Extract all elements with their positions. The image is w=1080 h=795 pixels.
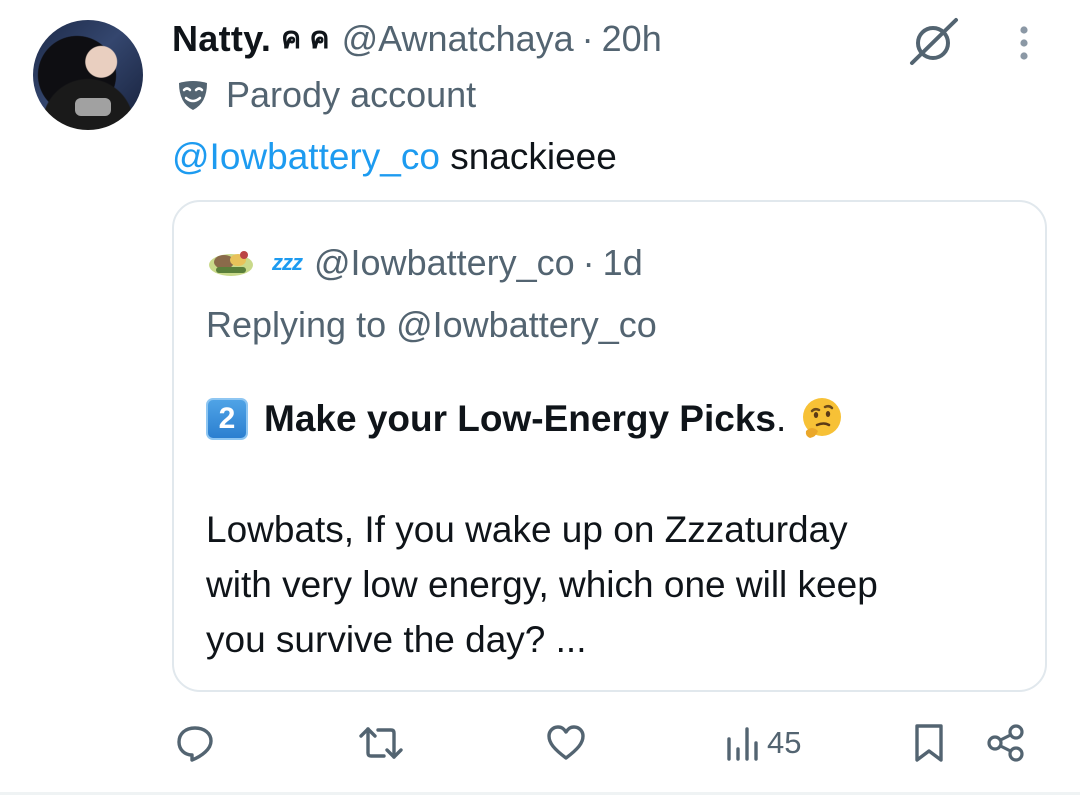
post-text: @Iowbattery_co snackieee [172, 133, 617, 181]
parody-label-text: Parody account [226, 74, 477, 115]
quoted-headline: 2 Make your Low-Energy Picks. [206, 396, 846, 442]
author-avatar[interactable] [33, 20, 143, 130]
quoted-body: Lowbats, If you wake up on Zzzaturday wi… [206, 502, 1026, 667]
like-button[interactable] [545, 718, 587, 768]
headline-period: . [776, 398, 787, 439]
post-timestamp[interactable]: 20h [602, 14, 662, 64]
bookmark-button[interactable] [912, 718, 946, 768]
share-icon [987, 724, 1024, 762]
quoted-body-line: Lowbats, If you wake up on Zzzaturday [206, 509, 848, 550]
grok-icon[interactable] [906, 16, 960, 66]
zzz-sleep-icon: zzz [272, 250, 303, 275]
replying-to-text: Replying to @Iowbattery_co [206, 304, 657, 345]
quoted-body-line: with very low energy, which one will kee… [206, 564, 878, 605]
more-icon[interactable] [1012, 22, 1036, 66]
header-separator: · [581, 18, 594, 59]
parody-mask-icon [179, 81, 207, 110]
post-body: snackieee [439, 136, 617, 177]
repost-button[interactable] [358, 718, 404, 768]
quoted-author-avatar[interactable] [206, 245, 256, 281]
quoted-timestamp: 1d [602, 242, 643, 283]
quoted-body-line: you survive the day? ... [206, 619, 587, 660]
bookmark-icon [915, 724, 943, 762]
post-header: Natty. ค ค @Awnatchaya · 20h [172, 14, 662, 64]
action-bar: 45 [0, 718, 1080, 768]
share-button[interactable] [985, 718, 1027, 768]
reply-button[interactable] [175, 718, 215, 768]
quoted-post-header: zzz @Iowbattery_co · 1d [206, 240, 643, 286]
author-name-glyphs[interactable]: ค ค [281, 14, 329, 64]
repost-icon [359, 727, 403, 759]
post-mention[interactable]: @Iowbattery_co [172, 136, 440, 177]
views-count: 45 [767, 725, 802, 760]
headline-text: Make your Low-Energy Picks [264, 398, 777, 439]
reply-icon [177, 726, 213, 762]
thinking-face-icon [803, 398, 842, 438]
quoted-post-card[interactable]: zzz @Iowbattery_co · 1d Replying to @Iow… [172, 200, 1047, 692]
views-icon [727, 727, 758, 761]
author-handle[interactable]: @Awnatchaya [342, 14, 574, 64]
keycap-2-icon: 2 [206, 398, 248, 440]
quoted-header-separator: · [582, 242, 595, 283]
views-button[interactable]: 45 [725, 718, 801, 768]
author-display-name[interactable]: Natty. [172, 14, 271, 64]
quoted-author-handle[interactable]: @Iowbattery_co [314, 242, 575, 284]
like-icon [547, 725, 585, 760]
parody-label: Parody account [176, 72, 476, 118]
